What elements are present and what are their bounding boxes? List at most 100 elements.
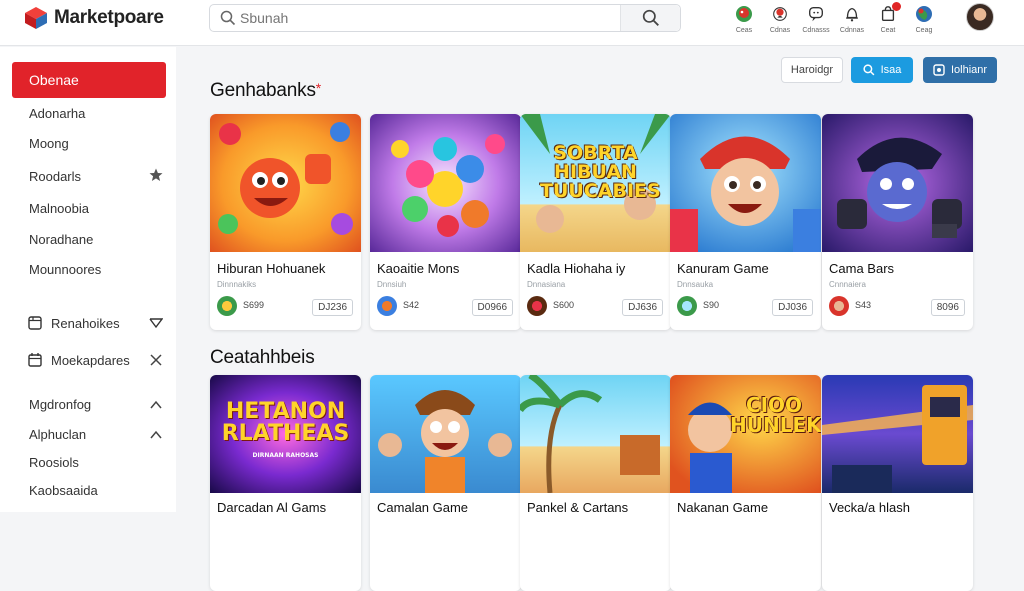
game-title: Cama Bars: [829, 261, 895, 276]
game-art-image: [670, 114, 821, 252]
game-subtitle: Cnnnaiera: [829, 280, 866, 289]
game-card[interactable]: HETANON RLATHEAS DIRNAAN RAHOSAS Darcada…: [210, 375, 361, 591]
price-button[interactable]: DJ636: [622, 299, 663, 316]
search-icon: [642, 9, 659, 26]
tablet-icon: [28, 316, 42, 330]
game-title: Pankel & Cartans: [527, 500, 629, 515]
close-icon[interactable]: [149, 353, 163, 367]
bell-icon: [842, 4, 862, 24]
game-score: S600: [553, 300, 575, 310]
game-art-title: HETANON RLATHEAS: [221, 399, 350, 446]
chevron-up-icon[interactable]: [149, 428, 163, 442]
topbar-region[interactable]: Ceag: [906, 4, 942, 42]
cart-icon: [878, 2, 901, 24]
game-art-title: SOBRTA HIBUAN TUUCABIES: [540, 142, 661, 202]
developer-avatar: [677, 296, 697, 316]
game-title: Vecka/a hlash: [829, 500, 910, 515]
game-card[interactable]: Cama Bars Cnnnaiera S43 8096: [822, 114, 973, 330]
main-content: Haroidgr Isaa Iolhianr Genhabanks* Hibur…: [176, 47, 1024, 591]
app-logo[interactable]: Marketpoare: [24, 6, 164, 30]
search-icon: [220, 10, 236, 26]
game-title: Kadla Hiohaha iy: [527, 261, 626, 276]
search-icon: [862, 64, 874, 76]
game-card[interactable]: Vecka/a hlash: [822, 375, 973, 591]
sidebar-item-3[interactable]: Roodarls: [29, 169, 81, 184]
game-subtitle: Dinnnakiks: [217, 280, 257, 289]
game-card[interactable]: Hiburan Hohuanek Dinnnakiks S699 DJ236: [210, 114, 361, 330]
heart-icon: [770, 4, 790, 24]
game-score: S699: [243, 300, 265, 310]
chat-icon: [806, 4, 826, 24]
chevron-up-icon[interactable]: [149, 398, 163, 412]
game-title: Camalan Game: [377, 500, 469, 515]
game-art-image: [520, 375, 671, 493]
logo-cube-icon: [25, 7, 47, 29]
game-card[interactable]: Camalan Game: [370, 375, 521, 591]
game-card[interactable]: CIOO HUNLEK Nakanan Game: [670, 375, 821, 591]
section-title: Ceatahhbeis: [210, 347, 315, 368]
top-filter-button[interactable]: Iolhianr: [923, 57, 997, 83]
game-card[interactable]: Kaoaitie Mons Dnnsiuh S42 D0966: [370, 114, 521, 330]
sidebar-primary-button[interactable]: Obenae: [12, 62, 166, 98]
sort-button[interactable]: Haroidgr: [781, 57, 843, 83]
sidebar-item-2[interactable]: Moong: [29, 136, 69, 151]
sidebar-item-9[interactable]: Mgdronfog: [29, 397, 91, 412]
game-card[interactable]: Pankel & Cartans: [520, 375, 671, 591]
sidebar-item-4[interactable]: Malnoobia: [29, 201, 89, 216]
topbar-notifications[interactable]: Cdnnas: [834, 4, 870, 42]
game-title: Kanuram Game: [677, 261, 769, 276]
game-art-image: [370, 114, 521, 252]
top-bar: Marketpoare Ceas Cdnas: [0, 0, 1024, 46]
star-icon[interactable]: [149, 168, 163, 182]
game-art-subtitle: DIRNAAN RAHOSAS: [252, 452, 319, 459]
price-button[interactable]: DJ036: [772, 299, 813, 316]
game-card[interactable]: SOBRTA HIBUAN TUUCABIES Kadla Hiohaha iy…: [520, 114, 671, 330]
sidebar-item-6[interactable]: Mounnoores: [29, 262, 101, 277]
topbar-games[interactable]: Ceas: [726, 4, 762, 42]
sidebar-item-1[interactable]: Adonarha: [29, 106, 85, 121]
globe-icon: [914, 4, 934, 24]
search-input[interactable]: [210, 5, 620, 31]
section-title: Genhabanks*: [210, 80, 321, 101]
sidebar-item-12[interactable]: Kaobsaaida: [29, 483, 98, 498]
asterisk-icon: *: [315, 80, 321, 96]
price-button[interactable]: DJ236: [312, 299, 353, 316]
game-title: Kaoaitie Mons: [377, 261, 460, 276]
search-button[interactable]: [620, 5, 680, 31]
game-card[interactable]: Kanuram Game Dnnsauka S90 DJ036: [670, 114, 821, 330]
filter-search-button[interactable]: Isaa: [851, 57, 913, 83]
price-button[interactable]: 8096: [930, 299, 965, 316]
game-title: Hiburan Hohuanek: [217, 261, 326, 276]
image-icon: [933, 64, 945, 76]
developer-avatar: [829, 296, 849, 316]
sidebar-item-10[interactable]: Alphuclan: [29, 427, 86, 442]
game-subtitle: Dnnsauka: [677, 280, 714, 289]
topbar-favorites[interactable]: Cdnas: [762, 4, 798, 42]
game-art-image: [822, 114, 973, 252]
developer-avatar: [217, 296, 237, 316]
user-avatar[interactable]: [966, 3, 994, 31]
game-score: S42: [403, 300, 420, 310]
developer-avatar: [377, 296, 397, 316]
game-score: S90: [703, 300, 720, 310]
topbar-cart[interactable]: Ceat: [870, 2, 906, 42]
game-title: Darcadan Al Gams: [217, 500, 327, 515]
chevron-down-icon[interactable]: [149, 316, 163, 330]
game-score: S43: [855, 300, 872, 310]
developer-avatar: [527, 296, 547, 316]
sidebar-item-5[interactable]: Noradhane: [29, 232, 93, 247]
game-art-image: [370, 375, 521, 493]
app-title: Marketpoare: [54, 7, 164, 28]
game-subtitle: Dnnasiana: [527, 280, 566, 289]
sidebar: Obenae Adonarha Moong Roodarls Malnoobia…: [0, 47, 176, 512]
game-controller-icon: [734, 4, 754, 24]
price-button[interactable]: D0966: [471, 299, 513, 316]
game-title: Nakanan Game: [677, 500, 769, 515]
sidebar-item-11[interactable]: Roosiols: [29, 455, 79, 470]
game-art-image: [210, 114, 361, 252]
sidebar-item-8[interactable]: Moekapdares: [28, 352, 130, 368]
topbar-messages[interactable]: Cdnasss: [798, 4, 834, 42]
game-subtitle: Dnnsiuh: [377, 280, 407, 289]
sidebar-item-7[interactable]: Renahoikes: [28, 315, 120, 331]
calendar-icon: [28, 353, 42, 367]
